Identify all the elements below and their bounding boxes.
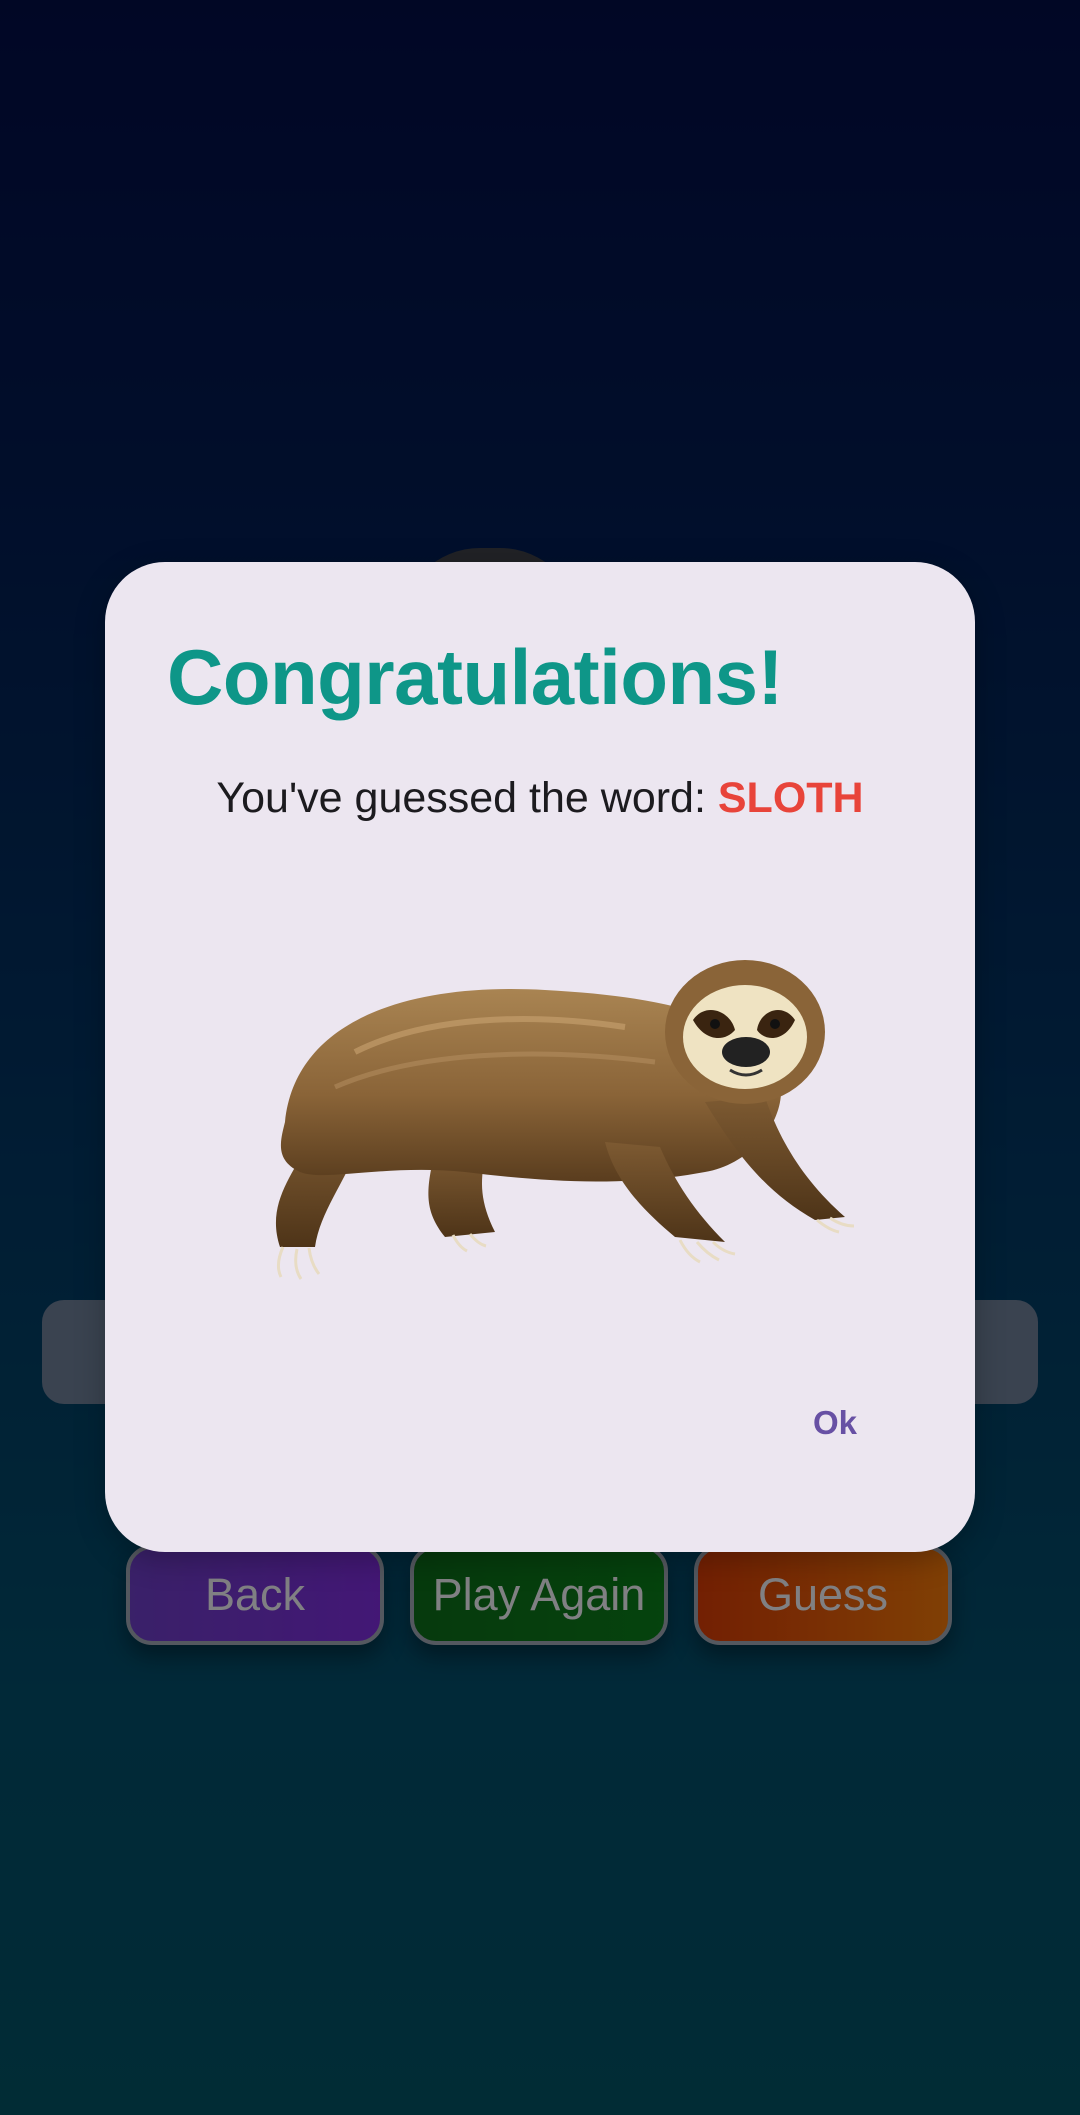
guessed-word: SLOTH bbox=[717, 774, 864, 822]
dialog-title: Congratulations! bbox=[167, 633, 783, 721]
sloth-illustration-icon bbox=[275, 960, 855, 1280]
congratulations-dialog: Congratulations! You've guessed the word… bbox=[105, 562, 975, 1552]
message-prefix: You've guessed the word: bbox=[216, 774, 718, 822]
dialog-message: You've guessed the word: SLOTH bbox=[105, 774, 975, 823]
sloth-image bbox=[205, 902, 885, 1282]
ok-button[interactable]: Ok bbox=[785, 1388, 885, 1458]
